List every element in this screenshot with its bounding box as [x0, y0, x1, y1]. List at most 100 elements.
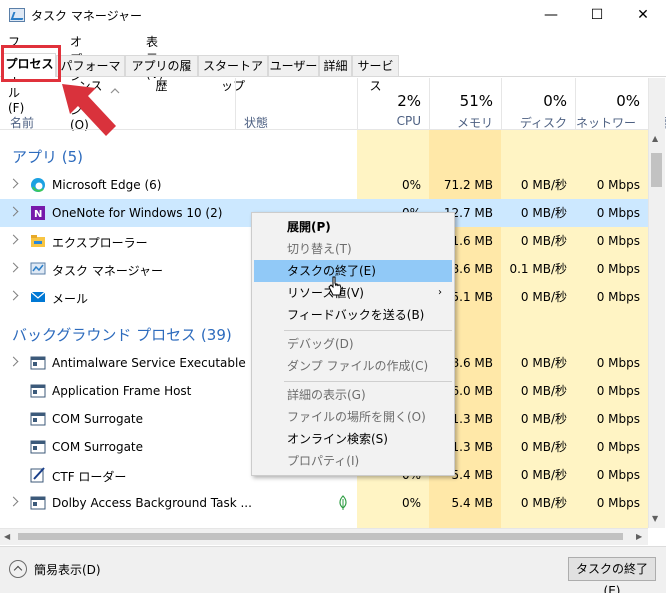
header-disk-pct: 0%	[543, 92, 567, 110]
title-bar: タスク マネージャー — ☐ ✕	[0, 0, 666, 30]
menu-item-label: リソース値(V)	[287, 286, 364, 300]
submenu-arrow-icon: ›	[438, 287, 442, 298]
horizontal-scroll-thumb[interactable]	[18, 533, 623, 540]
header-disk-col[interactable]: 0% ディスク	[501, 78, 575, 130]
scroll-down-icon[interactable]: ▼	[652, 514, 658, 523]
footer-bar: 簡易表示(D) タスクの終了(E)	[0, 546, 666, 593]
scroll-right-icon[interactable]: ▶	[636, 532, 642, 541]
memory-value: 71.2 MB	[443, 178, 493, 192]
disk-value: 0 MB/秒	[520, 290, 567, 304]
network-value: 0 Mbps	[596, 178, 640, 192]
process-name: Application Frame Host	[52, 384, 192, 398]
tab-performance[interactable]: パフォーマンス	[56, 55, 125, 93]
service-window-icon	[30, 356, 46, 370]
chevron-right-icon[interactable]	[8, 356, 19, 367]
group-title: バックグラウンド プロセス (39)	[12, 326, 232, 344]
scroll-up-icon[interactable]: ▲	[652, 134, 658, 143]
process-name: Microsoft Edge (6)	[52, 178, 162, 192]
context-menu: 展開(P) 切り替え(T) タスクの終了(E) リソース値(V) › フィードバ…	[251, 212, 455, 476]
process-name: Dolby Access Background Task ...	[52, 496, 252, 510]
network-value: 0 Mbps	[596, 440, 640, 454]
edge-icon	[31, 178, 45, 192]
minimize-button[interactable]: —	[528, 0, 574, 30]
menu-item-go-to-details[interactable]: 詳細の表示(G)	[254, 384, 452, 406]
end-task-button[interactable]: タスクの終了(E)	[568, 557, 656, 593]
header-cpu-pct: 2%	[397, 92, 421, 110]
menu-item-search-online[interactable]: オンライン検索(S)	[254, 428, 452, 450]
vertical-scroll-thumb[interactable]	[651, 153, 662, 187]
header-cpu-col[interactable]: 2% CPU	[357, 78, 429, 130]
scroll-left-icon[interactable]: ◀	[4, 532, 10, 541]
mouse-cursor-icon	[328, 276, 342, 296]
service-window-icon	[30, 412, 46, 426]
menu-item-expand[interactable]: 展開(P)	[254, 216, 452, 238]
menu-item-debug[interactable]: デバッグ(D)	[254, 333, 452, 355]
tab-startup[interactable]: スタートアップ	[198, 55, 268, 93]
menu-item-end-task[interactable]: タスクの終了(E)	[254, 260, 452, 282]
header-memory-label: メモリ	[456, 116, 493, 130]
process-name: タスク マネージャー	[52, 264, 163, 278]
chevron-up-circle-icon[interactable]	[9, 560, 27, 578]
menu-item-switch-to[interactable]: 切り替え(T)	[254, 238, 452, 260]
network-value: 0 Mbps	[596, 262, 640, 276]
group-title: アプリ (5)	[12, 148, 84, 166]
vertical-scrollbar[interactable]	[648, 78, 665, 528]
tab-services[interactable]: サービス	[352, 55, 399, 93]
menu-item-properties[interactable]: プロパティ(I)	[254, 450, 452, 472]
annotation-highlight-box	[1, 45, 61, 82]
disk-value: 0 MB/秒	[501, 199, 575, 227]
close-button[interactable]: ✕	[620, 0, 666, 30]
table-row[interactable]: Microsoft Edge (6) 0% 71.2 MB 0 MB/秒 0 M…	[0, 171, 648, 199]
process-name: Antimalware Service Executable	[52, 356, 246, 370]
service-window-icon	[30, 496, 46, 510]
process-name: エクスプローラー	[52, 236, 148, 250]
disk-value: 0.1 MB/秒	[509, 262, 567, 276]
header-memory-col[interactable]: 51% メモリ	[429, 78, 501, 130]
menu-separator	[284, 330, 452, 331]
chevron-right-icon[interactable]	[8, 234, 19, 245]
service-window-icon	[30, 384, 46, 398]
header-cpu-label: CPU	[396, 114, 421, 128]
chevron-right-icon[interactable]	[8, 262, 19, 273]
chevron-right-icon[interactable]	[8, 496, 19, 507]
menu-item-send-feedback[interactable]: フィードバックを送る(B)	[254, 304, 452, 326]
header-name[interactable]: 名前	[10, 114, 34, 131]
group-header-apps: アプリ (5)	[0, 140, 648, 168]
annotation-arrow-icon	[62, 84, 116, 136]
network-value: 0 Mbps	[596, 356, 640, 370]
maximize-button[interactable]: ☐	[574, 0, 620, 30]
tab-users[interactable]: ユーザー	[268, 55, 319, 76]
cpu-value: 0%	[401, 178, 421, 192]
disk-value: 0 MB/秒	[520, 440, 567, 454]
chevron-right-icon[interactable]	[8, 290, 19, 301]
memory-value: 5.4 MB	[451, 496, 493, 510]
header-memory-pct: 51%	[459, 92, 493, 110]
service-window-icon	[30, 440, 46, 454]
fewer-details-link[interactable]: 簡易表示(D)	[34, 561, 101, 578]
network-value: 0 Mbps	[596, 384, 640, 398]
header-status: 状態	[244, 116, 269, 130]
folder-icon	[31, 235, 45, 247]
process-name: COM Surrogate	[52, 440, 144, 454]
task-manager-icon	[9, 8, 25, 22]
suspended-leaf-icon	[339, 495, 347, 510]
disk-value: 0 MB/秒	[520, 384, 567, 398]
table-row[interactable]: Dolby Access Background Task ... 0% 5.4 …	[0, 489, 648, 517]
network-value: 0 Mbps	[596, 412, 640, 426]
header-network-col[interactable]: 0% ネットワーク	[575, 78, 648, 147]
header-disk-label: ディスク	[519, 116, 567, 130]
ctf-loader-icon	[30, 467, 45, 483]
process-name: メール	[52, 292, 89, 306]
menu-item-resource-values[interactable]: リソース値(V) ›	[254, 282, 452, 304]
process-name: CTF ローダー	[52, 470, 127, 484]
tab-app-history[interactable]: アプリの履歴	[125, 55, 198, 93]
header-status-col[interactable]: 状態	[235, 78, 357, 130]
tab-details[interactable]: 詳細	[319, 55, 352, 76]
network-value: 0 Mbps	[596, 234, 640, 248]
menu-item-open-file-location[interactable]: ファイルの場所を開く(O)	[254, 406, 452, 428]
mail-icon	[30, 291, 46, 302]
menu-item-create-dump[interactable]: ダンプ ファイルの作成(C)	[254, 355, 452, 377]
network-value: 0 Mbps	[596, 496, 640, 510]
cpu-value: 0%	[401, 496, 421, 510]
chevron-right-icon[interactable]	[8, 178, 19, 189]
